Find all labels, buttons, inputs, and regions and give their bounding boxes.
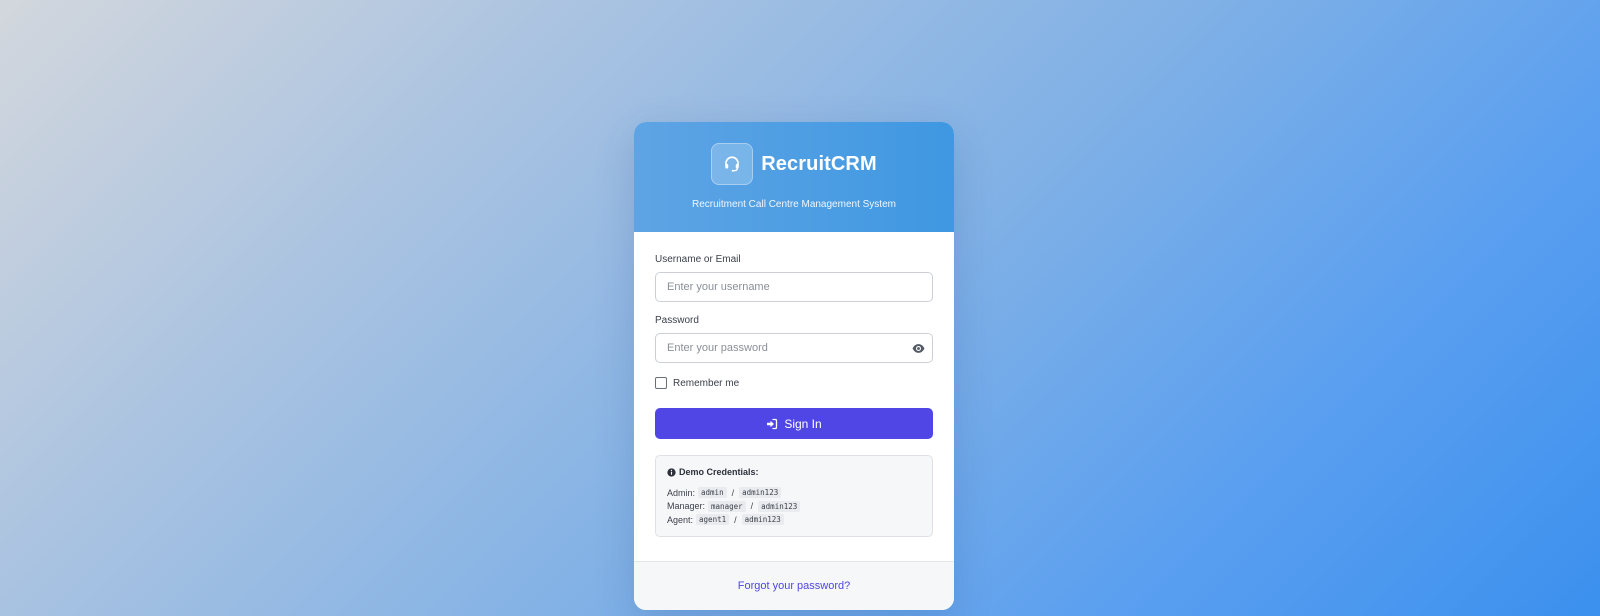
username-input[interactable] — [655, 272, 933, 302]
username-field-wrap — [655, 272, 933, 302]
credential-separator: / — [750, 501, 754, 512]
credential-password: admin123 — [741, 514, 784, 526]
app-title: RecruitCRM — [761, 152, 877, 175]
credential-role: Admin: — [667, 487, 696, 498]
login-header: RecruitCRM Recruitment Call Centre Manag… — [634, 122, 954, 232]
demo-title-text: Demo Credentials: — [679, 467, 759, 477]
password-field-wrap — [655, 333, 933, 363]
demo-credential-row-agent: Agent: agent1 / admin123 — [667, 513, 921, 527]
demo-credentials-box: Demo Credentials: Admin: admin / admin12… — [655, 455, 933, 537]
login-footer: Forgot your password? — [634, 561, 954, 610]
credential-password: admin123 — [739, 487, 782, 499]
forgot-password-link[interactable]: Forgot your password? — [738, 580, 851, 592]
sign-in-label: Sign In — [784, 416, 822, 431]
credential-separator: / — [731, 487, 735, 498]
sign-in-button[interactable]: Sign In — [655, 408, 933, 439]
login-card: RecruitCRM Recruitment Call Centre Manag… — [634, 122, 954, 610]
credential-role: Manager: — [667, 501, 706, 512]
brand: RecruitCRM — [634, 143, 954, 185]
remember-me-label[interactable]: Remember me — [673, 378, 739, 389]
credential-username: manager — [708, 500, 746, 512]
login-form: Username or Email Password Remember me — [634, 232, 954, 537]
remember-me-checkbox[interactable] — [655, 377, 667, 389]
credential-username: agent1 — [696, 514, 730, 526]
demo-credential-row-manager: Manager: manager / admin123 — [667, 500, 921, 514]
toggle-password-button[interactable] — [910, 340, 926, 356]
credential-separator: / — [734, 514, 737, 525]
password-input[interactable] — [655, 333, 933, 363]
credential-username: admin — [698, 487, 727, 499]
demo-credentials-title: Demo Credentials: — [667, 467, 921, 477]
eye-icon — [912, 343, 924, 353]
info-circle-icon — [667, 467, 676, 477]
app-tagline: Recruitment Call Centre Management Syste… — [692, 199, 896, 210]
headset-icon — [725, 156, 740, 172]
password-label: Password — [655, 315, 699, 326]
demo-credential-row-admin: Admin: admin / admin123 — [667, 486, 921, 500]
sign-in-icon — [767, 418, 778, 429]
remember-me-row: Remember me — [655, 377, 933, 389]
logo — [711, 143, 754, 185]
credential-role: Agent: — [667, 514, 694, 525]
credential-password: admin123 — [758, 500, 801, 512]
username-label: Username or Email — [655, 254, 741, 265]
